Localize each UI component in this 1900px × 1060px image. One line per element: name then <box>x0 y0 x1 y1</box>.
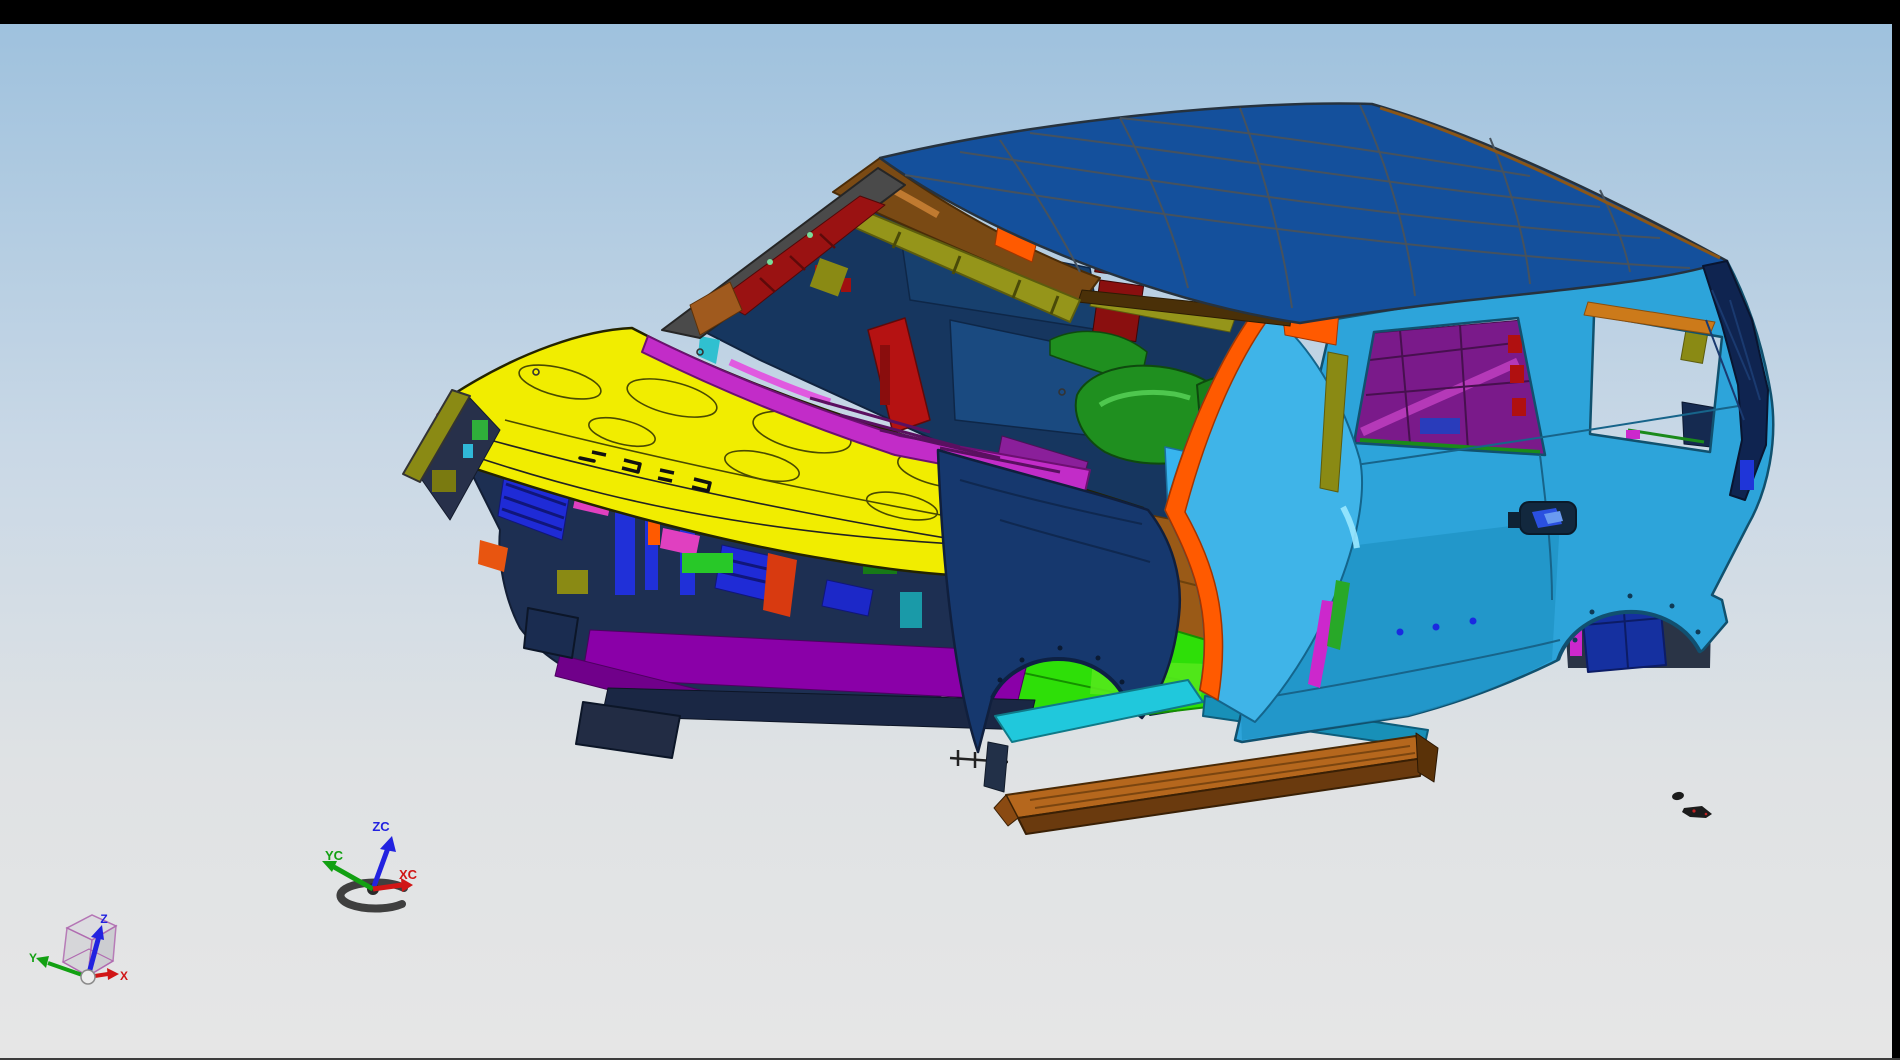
wcs-y-label: YC <box>325 848 344 863</box>
wcs-triad[interactable]: ZC YC XC <box>322 819 418 909</box>
abs-x-label: X <box>120 969 128 983</box>
absolute-triad[interactable]: Z Y X <box>29 912 128 984</box>
wcs-z-axis[interactable]: ZC <box>372 819 396 889</box>
3d-viewport[interactable]: ZC YC XC Z Y <box>0 0 1900 1060</box>
car-body-model[interactable] <box>403 103 1773 834</box>
abs-y-label: Y <box>29 951 37 965</box>
window-chrome-top-bar <box>0 0 1900 24</box>
floating-small-parts[interactable] <box>1671 791 1712 818</box>
cad-application-window: ZC YC XC Z Y <box>0 0 1900 1060</box>
abs-origin-sphere <box>81 970 95 984</box>
abs-z-label: Z <box>100 912 107 926</box>
wcs-x-label: XC <box>399 867 418 882</box>
wcs-z-label: ZC <box>372 819 390 834</box>
wcs-y-axis[interactable]: YC <box>322 848 373 889</box>
window-chrome-right-bar <box>1892 0 1900 1060</box>
